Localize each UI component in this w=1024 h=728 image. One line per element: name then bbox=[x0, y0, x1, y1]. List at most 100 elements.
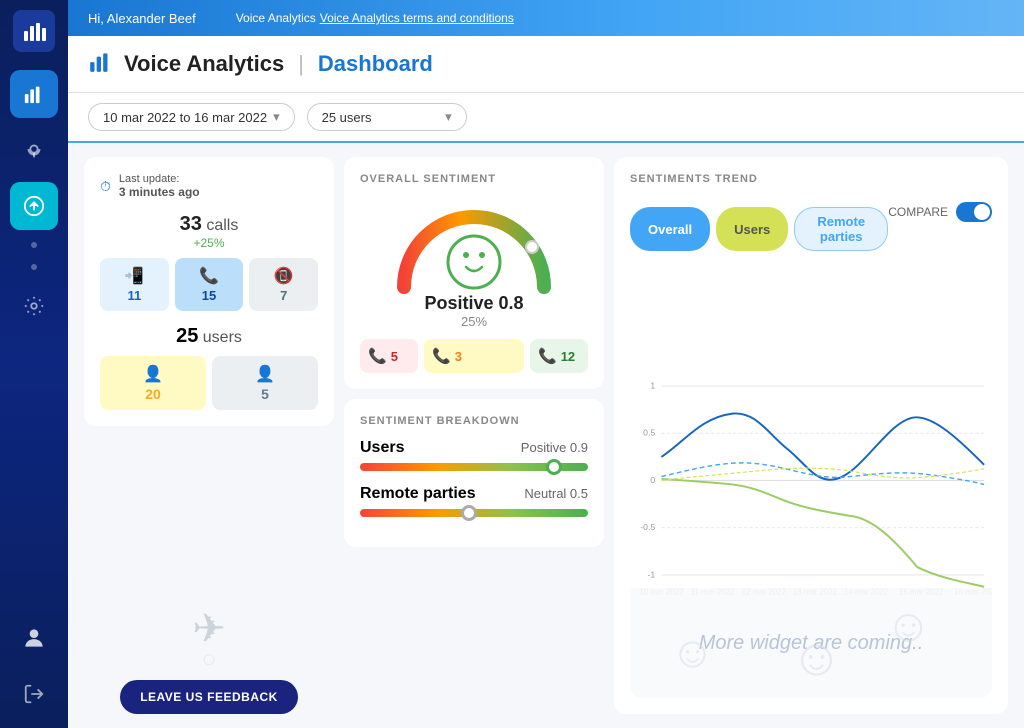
sentiment-neg-count: 5 bbox=[391, 349, 398, 364]
feedback-button[interactable]: LEAVE US FEEDBACK bbox=[120, 680, 298, 714]
user-inactive-count: 5 bbox=[261, 386, 269, 402]
tab-users[interactable]: Users bbox=[716, 207, 788, 251]
users-section: 25 users 👤 20 👤 5 bbox=[100, 325, 318, 410]
breakdown-users-thumb bbox=[546, 459, 562, 475]
user-box-inactive: 👤 5 bbox=[212, 356, 318, 410]
tab-overall[interactable]: Overall bbox=[630, 207, 710, 251]
tab-remote-parties[interactable]: Remote parties bbox=[794, 207, 888, 251]
main-area: Hi, Alexander Beef Voice Analytics Voice… bbox=[68, 0, 1024, 728]
sidebar-item-dashboard[interactable] bbox=[10, 70, 58, 118]
user-active-count: 20 bbox=[145, 386, 161, 402]
header-title: Voice Analytics | Dashboard bbox=[88, 48, 433, 80]
breakdown-card: SENTIMENT BREAKDOWN Users Positive 0.9 R… bbox=[344, 399, 604, 547]
svg-text:1: 1 bbox=[650, 380, 655, 390]
breakdown-users-track bbox=[360, 463, 588, 471]
sentiment-neutral: 📞 3 bbox=[424, 339, 524, 373]
more-widgets-overlay: ☺ ☺ ☺ More widget are coming.. bbox=[630, 588, 992, 698]
call-missed-count: 7 bbox=[280, 288, 287, 303]
calls-label: calls bbox=[206, 217, 238, 234]
svg-text:-0.5: -0.5 bbox=[640, 522, 655, 532]
last-update: ⏱ Last update: 3 minutes ago bbox=[100, 173, 318, 199]
sentiments-trend-title: SENTIMENTS TREND bbox=[630, 173, 888, 185]
smiley-bg-2: ☺ bbox=[790, 628, 843, 688]
date-range-value: 10 mar 2022 to 16 mar 2022 bbox=[103, 110, 267, 125]
last-update-time: 3 minutes ago bbox=[119, 185, 200, 199]
chart-area: 1 0.5 0 -0.5 -1 10 bbox=[630, 263, 992, 698]
smiley-bg-3: ☺ bbox=[885, 598, 932, 652]
feedback-area: ✈ ◌ LEAVE US FEEDBACK bbox=[84, 596, 334, 714]
header-divider: | bbox=[298, 51, 304, 77]
call-inbound-icon: 📲 bbox=[124, 266, 144, 286]
call-missed-icon: 📵 bbox=[274, 266, 294, 286]
svg-text:0.5: 0.5 bbox=[643, 428, 655, 438]
users-label: users bbox=[203, 329, 242, 346]
breakdown-title: SENTIMENT BREAKDOWN bbox=[360, 415, 588, 427]
header: Voice Analytics | Dashboard bbox=[68, 36, 1024, 93]
call-type-inbound: 📲 11 bbox=[100, 258, 169, 311]
chart-panel: SENTIMENTS TREND Overall Users Remote pa… bbox=[614, 157, 1008, 714]
user-box-active: 👤 20 bbox=[100, 356, 206, 410]
call-type-missed: 📵 7 bbox=[249, 258, 318, 311]
sentiment-pos-count: 12 bbox=[561, 349, 575, 364]
breakdown-users-label: Users bbox=[360, 439, 404, 457]
content-area: ⏱ Last update: 3 minutes ago 33 calls +2… bbox=[68, 143, 1024, 728]
calls-count: 33 bbox=[180, 213, 202, 235]
center-panels: OVERALL SENTIMENT bbox=[344, 157, 604, 714]
sentiment-neutral-count: 3 bbox=[455, 349, 462, 364]
chevron-down-icon-2: ▾ bbox=[445, 109, 452, 125]
toggle-knob bbox=[974, 204, 990, 220]
sidebar-item-logout[interactable] bbox=[10, 670, 58, 718]
breakdown-users: Users Positive 0.9 bbox=[360, 439, 588, 471]
gauge-label: Positive 0.8 bbox=[424, 293, 523, 314]
overall-sentiment-card: OVERALL SENTIMENT bbox=[344, 157, 604, 389]
sidebar-item-recordings[interactable] bbox=[10, 126, 58, 174]
breakdown-remote: Remote parties Neutral 0.5 bbox=[360, 485, 588, 517]
call-inbound-count: 11 bbox=[127, 288, 141, 303]
phone-neutral-icon: 📞 bbox=[432, 347, 451, 365]
user-boxes: 👤 20 👤 5 bbox=[100, 356, 318, 410]
last-update-label: Last update: bbox=[119, 173, 180, 185]
clock-icon: ⏱ bbox=[100, 178, 111, 195]
breakdown-remote-track bbox=[360, 509, 588, 517]
decorative-circle: ◌ bbox=[202, 646, 215, 672]
left-panel: ⏱ Last update: 3 minutes ago 33 calls +2… bbox=[84, 157, 334, 714]
date-range-filter[interactable]: 10 mar 2022 to 16 mar 2022 ▾ bbox=[88, 103, 295, 131]
call-type-outbound: 📞 15 bbox=[175, 258, 244, 311]
sidebar-dot-2 bbox=[31, 264, 37, 270]
users-filter-value: 25 users bbox=[322, 110, 372, 125]
breakdown-remote-value: Neutral 0.5 bbox=[524, 486, 588, 501]
sidebar-item-settings[interactable] bbox=[10, 282, 58, 330]
calls-change: +25% bbox=[100, 236, 318, 250]
sentiment-negative: 📞 5 bbox=[360, 339, 418, 373]
header-app-name: Voice Analytics bbox=[124, 51, 284, 77]
gauge-container: Positive 0.8 25% bbox=[360, 197, 588, 329]
greeting-bar: Hi, Alexander Beef Voice Analytics Voice… bbox=[68, 0, 1024, 36]
chart-header: SENTIMENTS TREND Overall Users Remote pa… bbox=[630, 173, 992, 251]
header-icon bbox=[88, 48, 114, 80]
svg-text:0: 0 bbox=[650, 475, 655, 485]
terms-app-name: Voice Analytics bbox=[236, 11, 316, 25]
breakdown-users-value: Positive 0.9 bbox=[521, 440, 588, 455]
compare-toggle[interactable]: COMPARE bbox=[888, 202, 992, 222]
sidebar-item-upload[interactable] bbox=[10, 182, 58, 230]
overall-sentiment-title: OVERALL SENTIMENT bbox=[360, 173, 588, 185]
terms-and-conditions-link[interactable]: Voice Analytics terms and conditions bbox=[320, 11, 514, 25]
users-count: 25 bbox=[176, 325, 198, 347]
phone-pos-icon: 📞 bbox=[538, 347, 557, 365]
compare-label: COMPARE bbox=[888, 205, 948, 219]
terms-link[interactable]: Voice Analytics Voice Analytics terms an… bbox=[236, 11, 514, 25]
users-filter[interactable]: 25 users ▾ bbox=[307, 103, 467, 131]
phone-neg-icon: 📞 bbox=[368, 347, 387, 365]
stats-card: ⏱ Last update: 3 minutes ago 33 calls +2… bbox=[84, 157, 334, 426]
smiley-bg-1: ☺ bbox=[670, 628, 715, 678]
app-container: Hi, Alexander Beef Voice Analytics Voice… bbox=[0, 0, 1024, 728]
call-outbound-icon: 📞 bbox=[199, 266, 219, 286]
sidebar-item-profile[interactable] bbox=[10, 614, 58, 662]
sidebar bbox=[0, 0, 68, 728]
toggle-switch[interactable] bbox=[956, 202, 992, 222]
filters-bar: 10 mar 2022 to 16 mar 2022 ▾ 25 users ▾ bbox=[68, 93, 1024, 143]
calls-section: 33 calls +25% 📲 11 📞 15 bbox=[100, 213, 318, 311]
sentiment-positive: 📞 12 bbox=[530, 339, 588, 373]
svg-text:-1: -1 bbox=[647, 569, 655, 579]
sentiment-items: 📞 5 📞 3 📞 12 bbox=[360, 339, 588, 373]
